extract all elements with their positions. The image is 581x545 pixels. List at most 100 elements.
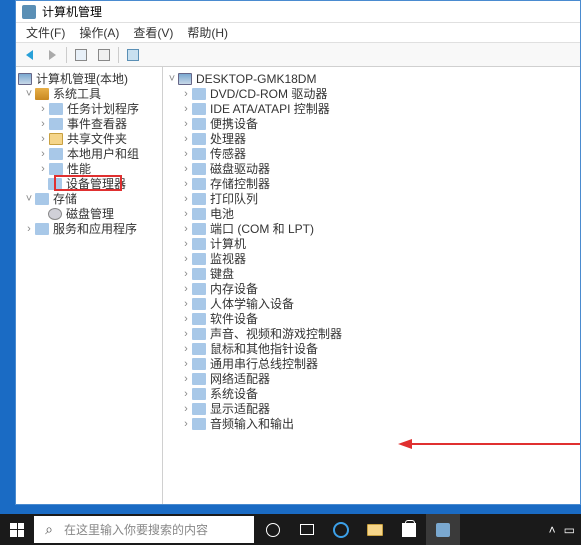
titlebar[interactable]: 计算机管理	[16, 1, 580, 23]
tray-chevron-icon[interactable]: ˄	[549, 523, 556, 537]
collapse-icon[interactable]: ˅	[24, 88, 34, 100]
device-category[interactable]: ›键盘	[163, 266, 580, 281]
perf-icon	[49, 163, 63, 175]
menu-view[interactable]: 查看(V)	[127, 22, 179, 43]
expand-icon[interactable]: ›	[181, 268, 191, 280]
device-category[interactable]: ›内存设备	[163, 281, 580, 296]
help-icon	[127, 49, 139, 61]
devmgr-icon	[48, 178, 62, 190]
device-category[interactable]: ›计算机	[163, 236, 580, 251]
tray-network-icon[interactable]: ▭	[564, 523, 575, 537]
taskbar[interactable]: ⌕ 在这里输入你要搜索的内容 ˄ ▭	[0, 514, 581, 545]
tree-services[interactable]: ›服务和应用程序	[16, 221, 162, 236]
services-icon	[35, 223, 49, 235]
nav-back-button[interactable]	[18, 45, 40, 65]
device-category[interactable]: ›声音、视频和游戏控制器	[163, 326, 580, 341]
expand-icon[interactable]: ›	[24, 223, 34, 235]
taskbar-store[interactable]	[392, 514, 426, 545]
expand-icon[interactable]: ›	[181, 358, 191, 370]
tree-disk-mgmt[interactable]: 磁盘管理	[16, 206, 162, 221]
device-category[interactable]: ›音频输入和输出	[163, 416, 580, 431]
device-category[interactable]: ›处理器	[163, 131, 580, 146]
expand-icon[interactable]: ›	[181, 103, 191, 115]
taskbar-search[interactable]: ⌕ 在这里输入你要搜索的内容	[34, 516, 254, 543]
taskbar-app-1[interactable]	[290, 514, 324, 545]
expand-icon[interactable]: ›	[181, 388, 191, 400]
expand-icon[interactable]: ›	[181, 373, 191, 385]
expand-icon[interactable]: ›	[181, 253, 191, 265]
taskbar-edge[interactable]	[324, 514, 358, 545]
device-category[interactable]: ›人体学输入设备	[163, 296, 580, 311]
device-category[interactable]: ›显示适配器	[163, 401, 580, 416]
device-category[interactable]: ›IDE ATA/ATAPI 控制器	[163, 101, 580, 116]
collapse-icon[interactable]: ˅	[24, 193, 34, 205]
tree-performance[interactable]: ›性能	[16, 161, 162, 176]
expand-icon[interactable]: ›	[181, 88, 191, 100]
app-icon	[22, 5, 36, 19]
tree-local-users[interactable]: ›本地用户和组	[16, 146, 162, 161]
expand-icon[interactable]: ›	[181, 148, 191, 160]
expand-icon[interactable]: ›	[181, 163, 191, 175]
expand-icon[interactable]: ›	[181, 238, 191, 250]
tree-root[interactable]: 计算机管理(本地)	[16, 71, 162, 86]
device-category[interactable]: ›存储控制器	[163, 176, 580, 191]
device-category[interactable]: ›电池	[163, 206, 580, 221]
toolbar-btn-3[interactable]	[122, 45, 144, 65]
expand-icon[interactable]: ›	[38, 103, 48, 115]
tree-task-scheduler[interactable]: ›任务计划程序	[16, 101, 162, 116]
expand-icon[interactable]: ›	[181, 283, 191, 295]
expand-icon[interactable]: ›	[38, 163, 48, 175]
device-category[interactable]: ›监视器	[163, 251, 580, 266]
tree-device-manager[interactable]: 设备管理器	[16, 176, 162, 191]
menu-file[interactable]: 文件(F)	[20, 22, 71, 43]
right-tree-pane[interactable]: ˅DESKTOP-GMK18DM ›DVD/CD-ROM 驱动器›IDE ATA…	[163, 67, 580, 504]
nav-forward-button[interactable]	[41, 45, 63, 65]
device-category[interactable]: ›DVD/CD-ROM 驱动器	[163, 86, 580, 101]
collapse-icon[interactable]: ˅	[167, 73, 177, 85]
app-icon	[436, 523, 450, 537]
expand-icon[interactable]: ›	[181, 403, 191, 415]
expand-icon[interactable]: ›	[181, 418, 191, 430]
tree-shared-folders[interactable]: ›共享文件夹	[16, 131, 162, 146]
device-category[interactable]: ›通用串行总线控制器	[163, 356, 580, 371]
expand-icon[interactable]: ›	[181, 193, 191, 205]
device-icon	[192, 358, 206, 370]
expand-icon[interactable]: ›	[181, 313, 191, 325]
users-icon	[49, 148, 63, 160]
menu-help[interactable]: 帮助(H)	[181, 22, 234, 43]
device-category[interactable]: ›传感器	[163, 146, 580, 161]
expand-icon[interactable]: ›	[38, 133, 48, 145]
taskbar-explorer[interactable]	[358, 514, 392, 545]
device-category[interactable]: ›网络适配器	[163, 371, 580, 386]
device-category[interactable]: ›打印队列	[163, 191, 580, 206]
device-category[interactable]: ›软件设备	[163, 311, 580, 326]
toolbar-btn-2[interactable]	[93, 45, 115, 65]
expand-icon[interactable]: ›	[38, 118, 48, 130]
tree-storage[interactable]: ˅存储	[16, 191, 162, 206]
toolbar-btn-1[interactable]	[70, 45, 92, 65]
toolbar	[16, 43, 580, 67]
expand-icon[interactable]: ›	[181, 178, 191, 190]
menu-action[interactable]: 操作(A)	[73, 22, 125, 43]
device-category[interactable]: ›磁盘驱动器	[163, 161, 580, 176]
system-tray[interactable]: ˄ ▭	[543, 514, 581, 545]
tree-event-viewer[interactable]: ›事件查看器	[16, 116, 162, 131]
start-button[interactable]	[0, 514, 34, 545]
taskbar-app-active[interactable]	[426, 514, 460, 545]
expand-icon[interactable]: ›	[38, 148, 48, 160]
device-category[interactable]: ›系统设备	[163, 386, 580, 401]
device-host[interactable]: ˅DESKTOP-GMK18DM	[163, 71, 580, 86]
tree-system-tools[interactable]: ˅系统工具	[16, 86, 162, 101]
device-category[interactable]: ›便携设备	[163, 116, 580, 131]
device-category[interactable]: ›端口 (COM 和 LPT)	[163, 221, 580, 236]
expand-icon[interactable]: ›	[181, 328, 191, 340]
left-tree-pane[interactable]: 计算机管理(本地) ˅系统工具 ›任务计划程序 ›事件查看器 ›共享文件夹 ›本…	[16, 67, 163, 504]
expand-icon[interactable]: ›	[181, 298, 191, 310]
expand-icon[interactable]: ›	[181, 118, 191, 130]
expand-icon[interactable]: ›	[181, 223, 191, 235]
expand-icon[interactable]: ›	[181, 343, 191, 355]
device-category[interactable]: ›鼠标和其他指针设备	[163, 341, 580, 356]
task-view-button[interactable]	[256, 514, 290, 545]
expand-icon[interactable]: ›	[181, 133, 191, 145]
expand-icon[interactable]: ›	[181, 208, 191, 220]
